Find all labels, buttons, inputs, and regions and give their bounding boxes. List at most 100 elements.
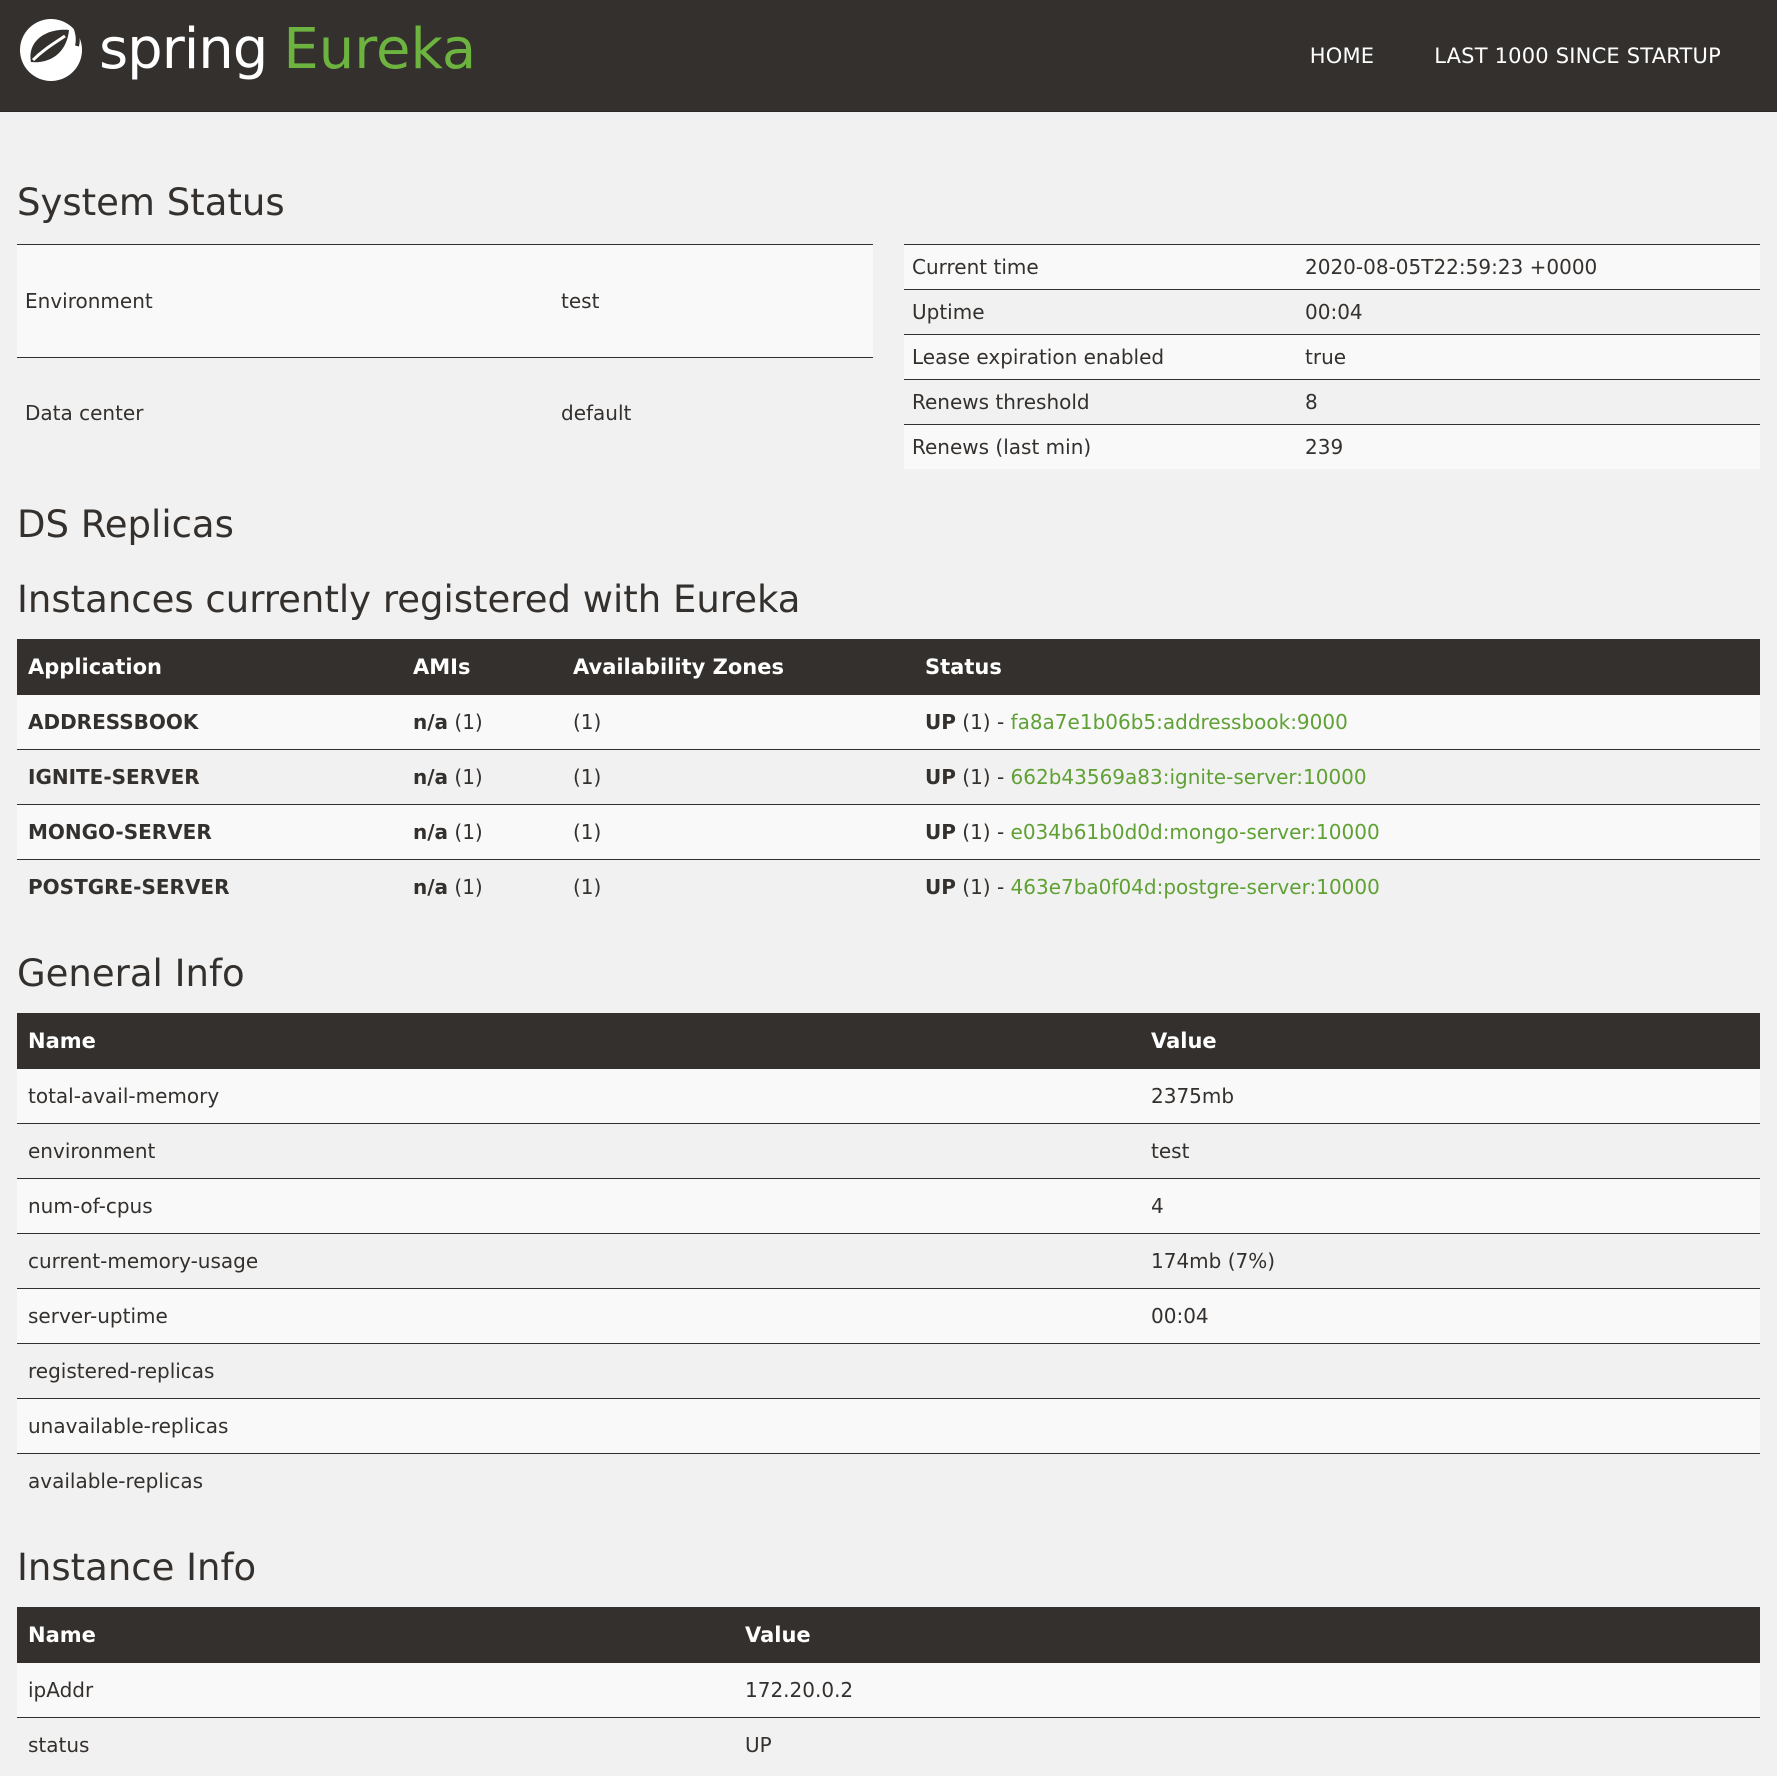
nav-home-link[interactable]: HOME: [1310, 44, 1375, 68]
status-row-current-time: Current time 2020-08-05T22:59:23 +0000: [904, 244, 1760, 290]
table-row: ipAddr 172.20.0.2: [17, 1663, 1760, 1718]
info-value: 174mb (7%): [1140, 1233, 1760, 1289]
col-name: Name: [17, 1013, 1140, 1069]
app-name: MONGO-SERVER: [17, 804, 402, 860]
info-name: registered-replicas: [17, 1343, 1140, 1399]
amis-count: (1): [448, 710, 483, 734]
nav-last-1000-link[interactable]: LAST 1000 SINCE STARTUP: [1434, 44, 1721, 68]
status-count: (1) -: [955, 875, 1011, 899]
table-row: ADDRESSBOOK n/a (1) (1) UP (1) - fa8a7e1…: [17, 695, 1760, 750]
status-row-environment: Environment test: [17, 244, 873, 358]
info-name: environment: [17, 1123, 1140, 1179]
instance-info-heading: Instance Info: [17, 1546, 257, 1589]
instances-table: Application AMIs Availability Zones Stat…: [17, 639, 1760, 914]
system-status-right-table: Current time 2020-08-05T22:59:23 +0000 U…: [904, 244, 1760, 469]
status-value: 8: [1297, 379, 1760, 425]
instance-link[interactable]: e034b61b0d0d:mongo-server:10000: [1011, 820, 1380, 844]
info-value: 2375mb: [1140, 1069, 1760, 1124]
status-cell: UP (1) - 662b43569a83:ignite-server:1000…: [914, 749, 1760, 805]
zones-cell: (1): [562, 749, 914, 805]
status-value: 2020-08-05T22:59:23 +0000: [1297, 244, 1760, 290]
status-label: Current time: [904, 244, 1297, 290]
table-row: IGNITE-SERVER n/a (1) (1) UP (1) - 662b4…: [17, 749, 1760, 805]
info-value: UP: [734, 1717, 1760, 1772]
status-cell: UP (1) - fa8a7e1b06b5:addressbook:9000: [914, 695, 1760, 750]
zones-cell: (1): [562, 695, 914, 750]
amis-cell: n/a (1): [402, 804, 562, 860]
status-value: test: [553, 244, 873, 358]
table-row: total-avail-memory 2375mb: [17, 1069, 1760, 1124]
info-name: unavailable-replicas: [17, 1398, 1140, 1454]
info-value: 4: [1140, 1178, 1760, 1234]
table-row: status UP: [17, 1717, 1760, 1772]
col-application: Application: [17, 639, 402, 695]
instances-header-row: Application AMIs Availability Zones Stat…: [17, 639, 1760, 695]
col-status: Status: [914, 639, 1760, 695]
status-up: UP: [925, 820, 956, 844]
info-name: current-memory-usage: [17, 1233, 1140, 1289]
spring-leaf-icon: [20, 19, 82, 81]
status-row-data-center: Data center default: [17, 356, 873, 469]
brand-logo-link[interactable]: spring Eureka: [17, 15, 476, 85]
col-value: Value: [1140, 1013, 1760, 1069]
status-cell: UP (1) - e034b61b0d0d:mongo-server:10000: [914, 804, 1760, 860]
status-count: (1) -: [955, 765, 1011, 789]
zones-cell: (1): [562, 859, 914, 914]
col-amis: AMIs: [402, 639, 562, 695]
status-label: Lease expiration enabled: [904, 334, 1297, 380]
amis-value: n/a: [413, 875, 449, 899]
table-row: registered-replicas: [17, 1343, 1760, 1399]
amis-cell: n/a (1): [402, 695, 562, 750]
table-row: MONGO-SERVER n/a (1) (1) UP (1) - e034b6…: [17, 804, 1760, 860]
brand-eureka-text: Eureka: [283, 17, 477, 82]
info-value: [1140, 1343, 1760, 1399]
table-row: unavailable-replicas: [17, 1398, 1760, 1454]
status-label: Renews threshold: [904, 379, 1297, 425]
col-name: Name: [17, 1607, 734, 1663]
info-name: total-avail-memory: [17, 1069, 1140, 1124]
app-name: IGNITE-SERVER: [17, 749, 402, 805]
status-up: UP: [925, 765, 956, 789]
amis-value: n/a: [413, 820, 449, 844]
status-row-lease-expiration: Lease expiration enabled true: [904, 334, 1760, 380]
status-value: 00:04: [1297, 289, 1760, 335]
info-name: num-of-cpus: [17, 1178, 1140, 1234]
instance-link[interactable]: fa8a7e1b06b5:addressbook:9000: [1011, 710, 1348, 734]
info-name: status: [17, 1717, 734, 1772]
info-value: 172.20.0.2: [734, 1663, 1760, 1718]
status-cell: UP (1) - 463e7ba0f04d:postgre-server:100…: [914, 859, 1760, 914]
app-name: ADDRESSBOOK: [17, 695, 402, 750]
general-info-heading: General Info: [17, 952, 245, 995]
status-value: default: [553, 356, 873, 469]
table-row: environment test: [17, 1123, 1760, 1179]
info-name: ipAddr: [17, 1663, 734, 1718]
status-up: UP: [925, 710, 956, 734]
status-value: true: [1297, 334, 1760, 380]
system-status-section: Environment test Data center default Cur…: [17, 244, 1760, 469]
amis-count: (1): [448, 765, 483, 789]
amis-cell: n/a (1): [402, 859, 562, 914]
status-row-renews-threshold: Renews threshold 8: [904, 379, 1760, 425]
status-count: (1) -: [955, 820, 1011, 844]
system-status-left-table: Environment test Data center default: [17, 244, 873, 469]
table-row: server-uptime 00:04: [17, 1288, 1760, 1344]
instance-link[interactable]: 662b43569a83:ignite-server:10000: [1011, 765, 1367, 789]
nav-links: HOME LAST 1000 SINCE STARTUP: [1250, 0, 1721, 111]
system-status-heading: System Status: [17, 181, 285, 224]
status-row-uptime: Uptime 00:04: [904, 289, 1760, 335]
instances-heading: Instances currently registered with Eure…: [17, 578, 801, 621]
info-value: 00:04: [1140, 1288, 1760, 1344]
info-name: available-replicas: [17, 1453, 1140, 1508]
table-row: POSTGRE-SERVER n/a (1) (1) UP (1) - 463e…: [17, 859, 1760, 914]
table-row: current-memory-usage 174mb (7%): [17, 1233, 1760, 1289]
status-row-renews-last-min: Renews (last min) 239: [904, 424, 1760, 469]
info-value: test: [1140, 1123, 1760, 1179]
col-availability-zones: Availability Zones: [562, 639, 914, 695]
general-info-table: Name Value total-avail-memory 2375mb envi…: [17, 1013, 1760, 1508]
instance-link[interactable]: 463e7ba0f04d:postgre-server:10000: [1011, 875, 1380, 899]
status-count: (1) -: [955, 710, 1011, 734]
table-row: available-replicas: [17, 1453, 1760, 1508]
status-up: UP: [925, 875, 956, 899]
zones-cell: (1): [562, 804, 914, 860]
info-value: [1140, 1398, 1760, 1454]
